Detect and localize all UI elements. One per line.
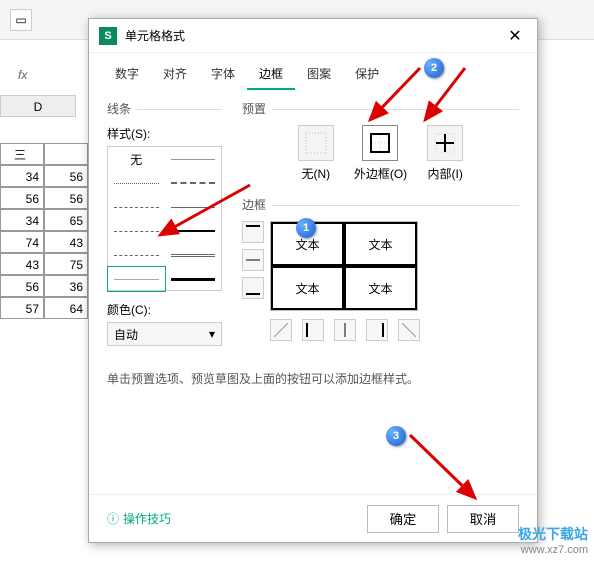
preset-label: 外边框(O) bbox=[354, 165, 407, 182]
border-preview[interactable]: 文本 文本 文本 文本 bbox=[270, 221, 418, 311]
app-icon: S bbox=[99, 27, 117, 45]
tab-font[interactable]: 字体 bbox=[199, 59, 247, 90]
grid-cell[interactable]: 65 bbox=[44, 209, 88, 231]
cancel-button[interactable]: 取消 bbox=[447, 505, 519, 533]
preview-cell: 文本 bbox=[271, 266, 344, 310]
border-hmid-button[interactable] bbox=[242, 249, 264, 271]
line-style-option[interactable] bbox=[165, 219, 222, 243]
annotation-bubble-2: 2 bbox=[424, 58, 444, 78]
hint-text: 单击预置选项、预览草图及上面的按钮可以添加边框样式。 bbox=[107, 370, 519, 387]
grid-header-cell[interactable]: 三 bbox=[0, 143, 44, 165]
line-section-label: 线条 bbox=[107, 100, 222, 117]
line-style-option[interactable] bbox=[165, 243, 222, 267]
grid-cell[interactable]: 34 bbox=[0, 209, 44, 231]
line-style-option[interactable] bbox=[108, 171, 165, 195]
annotation-bubble-3: 3 bbox=[386, 426, 406, 446]
grid-cell[interactable]: 74 bbox=[0, 231, 44, 253]
preview-cell: 文本 bbox=[344, 222, 417, 266]
tab-align[interactable]: 对齐 bbox=[151, 59, 199, 90]
preset-inside-icon bbox=[427, 125, 463, 161]
line-style-none[interactable]: 无 bbox=[108, 147, 165, 171]
preset-outline-icon bbox=[362, 125, 398, 161]
grid-cell[interactable]: 36 bbox=[44, 275, 88, 297]
tips-link[interactable]: ⓘ 操作技巧 bbox=[107, 510, 171, 527]
border-section-label: 边框 bbox=[242, 196, 519, 213]
border-top-button[interactable] bbox=[242, 221, 264, 243]
preset-none-icon bbox=[298, 125, 334, 161]
color-label: 颜色(C): bbox=[107, 301, 222, 318]
line-style-option[interactable] bbox=[108, 243, 165, 267]
dialog-titlebar: S 单元格格式 ✕ bbox=[89, 19, 537, 53]
grid-cell[interactable]: 56 bbox=[44, 187, 88, 209]
tab-number[interactable]: 数字 bbox=[103, 59, 151, 90]
border-bottom-button[interactable] bbox=[242, 277, 264, 299]
color-value: 自动 bbox=[114, 326, 138, 343]
grid-cell[interactable]: 43 bbox=[0, 253, 44, 275]
watermark-url: www.xz7.com bbox=[518, 544, 588, 556]
border-right-button[interactable] bbox=[366, 319, 388, 341]
line-style-option[interactable] bbox=[108, 195, 165, 219]
dialog-footer: ⓘ 操作技巧 确定 取消 bbox=[89, 494, 537, 542]
line-style-option[interactable] bbox=[165, 267, 222, 291]
tab-protect[interactable]: 保护 bbox=[343, 59, 391, 90]
watermark: 极光下载站 www.xz7.com bbox=[518, 524, 588, 556]
line-style-option[interactable] bbox=[165, 147, 222, 171]
line-style-selected[interactable] bbox=[108, 267, 165, 291]
toolbar-button[interactable]: ▭ bbox=[10, 9, 32, 31]
dialog-body: 线条 样式(S): 无 bbox=[89, 90, 537, 494]
column-headers: D bbox=[0, 95, 76, 117]
spreadsheet-grid: 三 3456 5656 3465 7443 4375 5636 5764 bbox=[0, 143, 88, 319]
grid-cell[interactable] bbox=[44, 143, 88, 165]
tips-label: 操作技巧 bbox=[123, 510, 171, 527]
border-left-button[interactable] bbox=[302, 319, 324, 341]
line-style-option[interactable] bbox=[108, 219, 165, 243]
grid-cell[interactable]: 75 bbox=[44, 253, 88, 275]
border-diag-up-button[interactable] bbox=[270, 319, 292, 341]
grid-cell[interactable]: 43 bbox=[44, 231, 88, 253]
preview-cell: 文本 bbox=[344, 266, 417, 310]
grid-cell[interactable]: 57 bbox=[0, 297, 44, 319]
tab-border[interactable]: 边框 bbox=[247, 59, 295, 90]
preset-label: 无(N) bbox=[301, 165, 330, 182]
preset-section-label: 预置 bbox=[242, 100, 519, 117]
cell-format-dialog: S 单元格格式 ✕ 数字 对齐 字体 边框 图案 保护 线条 样式(S): 无 bbox=[88, 18, 538, 543]
preset-label: 内部(I) bbox=[427, 165, 462, 182]
ok-button[interactable]: 确定 bbox=[367, 505, 439, 533]
dialog-title: 单元格格式 bbox=[125, 27, 503, 44]
grid-cell[interactable]: 64 bbox=[44, 297, 88, 319]
preset-outline[interactable]: 外边框(O) bbox=[354, 125, 407, 182]
formula-bar-label: fx bbox=[0, 68, 27, 90]
line-style-option[interactable] bbox=[165, 195, 222, 219]
line-style-picker[interactable]: 无 bbox=[107, 146, 222, 291]
color-dropdown[interactable]: 自动 ▾ bbox=[107, 322, 222, 346]
border-vmid-button[interactable] bbox=[334, 319, 356, 341]
grid-cell[interactable]: 56 bbox=[0, 275, 44, 297]
chevron-down-icon: ▾ bbox=[209, 327, 215, 341]
tab-pattern[interactable]: 图案 bbox=[295, 59, 343, 90]
watermark-title: 极光下载站 bbox=[518, 524, 588, 544]
annotation-bubble-1: 1 bbox=[296, 218, 316, 238]
grid-cell[interactable]: 56 bbox=[44, 165, 88, 187]
dialog-tabs: 数字 对齐 字体 边框 图案 保护 bbox=[89, 53, 537, 90]
style-label: 样式(S): bbox=[107, 125, 222, 142]
info-icon: ⓘ bbox=[107, 510, 119, 527]
preset-inside[interactable]: 内部(I) bbox=[427, 125, 463, 182]
border-diag-down-button[interactable] bbox=[398, 319, 420, 341]
grid-cell[interactable]: 34 bbox=[0, 165, 44, 187]
line-style-option[interactable] bbox=[165, 171, 222, 195]
column-header[interactable]: D bbox=[0, 95, 76, 117]
grid-cell[interactable]: 56 bbox=[0, 187, 44, 209]
preset-none[interactable]: 无(N) bbox=[298, 125, 334, 182]
close-icon[interactable]: ✕ bbox=[503, 24, 527, 48]
